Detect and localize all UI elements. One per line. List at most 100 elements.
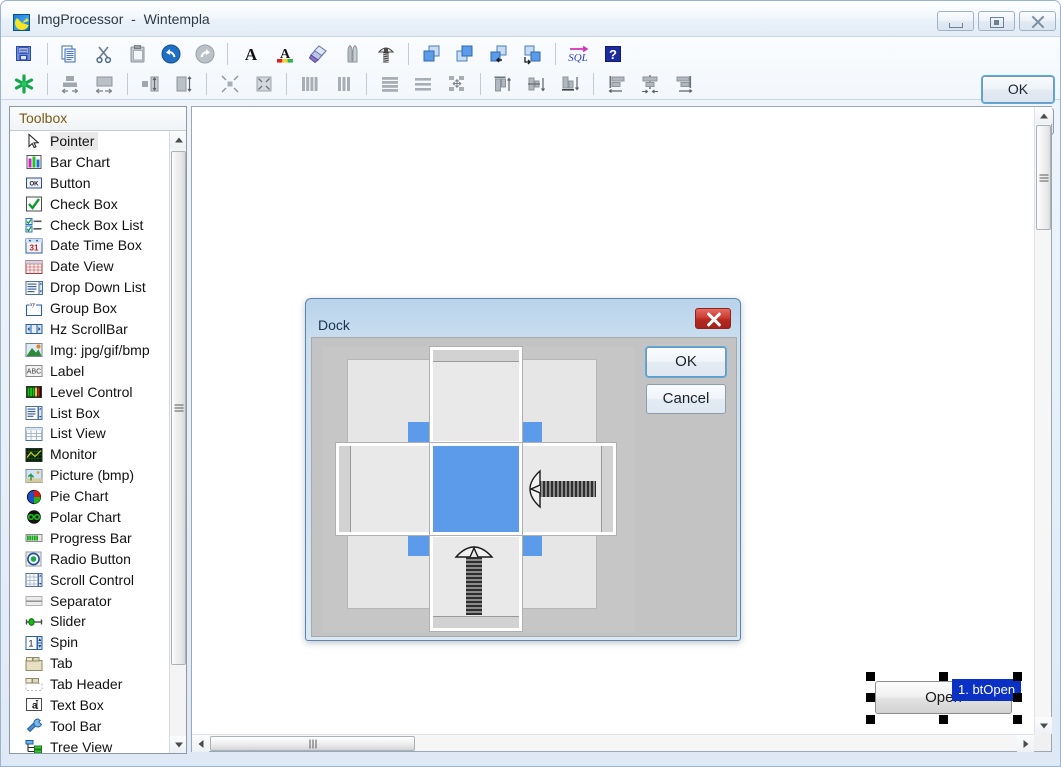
toolbox-item-picture-bmp[interactable]: Picture (bmp): [10, 465, 170, 486]
toolbox-item-img-jpg-gif-bmp[interactable]: Img: jpg/gif/bmp: [10, 340, 170, 361]
send-backward-button[interactable]: [518, 39, 548, 69]
toolbox-item-check-box-list[interactable]: Check Box List: [10, 215, 170, 236]
toolbox-item-check-box[interactable]: Check Box: [10, 194, 170, 215]
pens-button[interactable]: [337, 39, 367, 69]
toolbox-item-scroll-control[interactable]: Scroll Control: [10, 570, 170, 591]
canvas-scroll-up-button[interactable]: [1035, 107, 1052, 124]
resize-handle-w[interactable]: [866, 693, 875, 702]
toolbox-item-group-box[interactable]: xy Group Box: [10, 298, 170, 319]
maximize-button[interactable]: [978, 11, 1015, 31]
undo-button[interactable]: [156, 39, 186, 69]
align-bottom-button[interactable]: [556, 69, 586, 99]
toolbox-item-label[interactable]: ABC Label: [10, 361, 170, 382]
toolbox-item-spin[interactable]: 1 Spin: [10, 632, 170, 653]
resize-handle-s[interactable]: [939, 715, 948, 724]
toolbox-item-date-view[interactable]: Date View: [10, 256, 170, 277]
collapse-button[interactable]: [249, 69, 279, 99]
scroll-down-button[interactable]: [170, 736, 186, 753]
toolbox-item-polar-chart[interactable]: Polar Chart: [10, 507, 170, 528]
toolbox-item-pointer[interactable]: Pointer: [10, 131, 170, 152]
bring-forward-button[interactable]: [484, 39, 514, 69]
toolbox-item-separator[interactable]: Separator: [10, 591, 170, 612]
help-button[interactable]: ?: [598, 39, 628, 69]
align-middle-button[interactable]: [522, 69, 552, 99]
toolbox-list[interactable]: Pointer Bar Chart OK Button Check Box Check B…: [10, 131, 170, 753]
screw-button[interactable]: [371, 39, 401, 69]
preview-panel-left[interactable]: [335, 442, 433, 536]
canvas-horizontal-scrollbar[interactable]: [192, 734, 1034, 752]
toolbox-item-list-box[interactable]: List Box: [10, 403, 170, 424]
send-to-back-button[interactable]: [450, 39, 480, 69]
close-button[interactable]: [1019, 11, 1056, 31]
sql-button[interactable]: SQL: [564, 39, 594, 69]
space-rows-button[interactable]: [408, 69, 438, 99]
design-surface[interactable]: Dock OK Cancel Open 1. btOpen: [192, 107, 1034, 734]
canvas-vscroll-thumb[interactable]: [1036, 125, 1051, 230]
toolbox-item-hz-scrollbar[interactable]: Hz ScrollBar: [10, 319, 170, 340]
grid-arrange-button[interactable]: [442, 69, 472, 99]
preview-panel-top[interactable]: [429, 346, 523, 445]
dock-layout-preview[interactable]: [323, 346, 635, 633]
cut-button[interactable]: [89, 39, 119, 69]
toolbox-item-monitor[interactable]: Monitor: [10, 444, 170, 465]
distribute-vertical-button[interactable]: [295, 69, 325, 99]
dialog-ok-button[interactable]: OK: [646, 347, 726, 377]
canvas-scroll-right-button[interactable]: [1017, 735, 1034, 752]
snowflake-button[interactable]: [9, 69, 39, 99]
align-top-button[interactable]: [488, 69, 518, 99]
minimize-button[interactable]: [937, 11, 974, 31]
scroll-up-button[interactable]: [170, 131, 186, 148]
size-to-grid-height-button[interactable]: [169, 69, 199, 99]
toolbox-item-tab-header[interactable]: Tab Header: [10, 674, 170, 695]
align-right-button[interactable]: [669, 69, 699, 99]
dialog-cancel-button[interactable]: Cancel: [646, 384, 726, 414]
resize-handle-ne[interactable]: [1013, 672, 1022, 681]
canvas-scroll-left-button[interactable]: [192, 735, 209, 752]
copy-button[interactable]: [55, 39, 85, 69]
toolbox-item-tree-view[interactable]: Tree View: [10, 737, 170, 753]
toolbox-item-list-view[interactable]: List View: [10, 423, 170, 444]
preview-panel-center[interactable]: [429, 442, 523, 536]
align-rows-button[interactable]: [375, 69, 405, 99]
make-same-width-button[interactable]: [55, 69, 85, 99]
canvas-scroll-down-button[interactable]: [1035, 717, 1052, 734]
dialog-close-button[interactable]: [695, 308, 731, 329]
shrink-button[interactable]: [215, 69, 245, 99]
toolbox-item-date-time-box[interactable]: 31 Date Time Box: [10, 235, 170, 256]
resize-handle-n[interactable]: [939, 672, 948, 681]
toolbox-item-button[interactable]: OK Button: [10, 173, 170, 194]
redo-button[interactable]: [190, 39, 220, 69]
toolbox-item-level-control[interactable]: Level Control: [10, 382, 170, 403]
paste-button[interactable]: [123, 39, 153, 69]
canvas-vertical-scrollbar[interactable]: [1034, 107, 1052, 734]
resize-handle-sw[interactable]: [866, 715, 875, 724]
font-color-button[interactable]: A: [270, 39, 300, 69]
align-left-button[interactable]: [602, 69, 632, 99]
align-center-button[interactable]: [635, 69, 665, 99]
save-button[interactable]: [9, 39, 39, 69]
distribute-columns-button[interactable]: [329, 69, 359, 99]
resize-handle-e[interactable]: [1013, 693, 1022, 702]
toolbox-item-pie-chart[interactable]: Pie Chart: [10, 486, 170, 507]
toolbox-item-radio-button[interactable]: Radio Button: [10, 549, 170, 570]
toolbox-item-tool-bar[interactable]: Tool Bar: [10, 716, 170, 737]
toolbox-item-slider[interactable]: Slider: [10, 611, 170, 632]
make-same-height-button[interactable]: [89, 69, 119, 99]
toolbox-scroll-thumb[interactable]: [171, 151, 186, 665]
toolbox-scrollbar[interactable]: [169, 131, 186, 753]
toolbar-separator: [362, 69, 371, 99]
resize-handle-nw[interactable]: [866, 672, 875, 681]
eraser-button[interactable]: [303, 39, 333, 69]
resize-handle-se[interactable]: [1013, 715, 1022, 724]
ok-button[interactable]: OK: [982, 76, 1054, 103]
font-button[interactable]: A: [236, 39, 266, 69]
toolbox-item-text-box[interactable]: a Text Box: [10, 695, 170, 716]
size-to-grid-width-button[interactable]: [135, 69, 165, 99]
toolbox-item-progress-bar[interactable]: Progress Bar: [10, 528, 170, 549]
dock-dialog[interactable]: Dock OK Cancel: [305, 298, 741, 641]
bring-to-front-button[interactable]: [417, 39, 447, 69]
canvas-hscroll-thumb[interactable]: [210, 736, 415, 751]
toolbox-item-drop-down-list[interactable]: Drop Down List: [10, 277, 170, 298]
toolbox-item-bar-chart[interactable]: Bar Chart: [10, 152, 170, 173]
toolbox-item-tab[interactable]: Tab: [10, 653, 170, 674]
